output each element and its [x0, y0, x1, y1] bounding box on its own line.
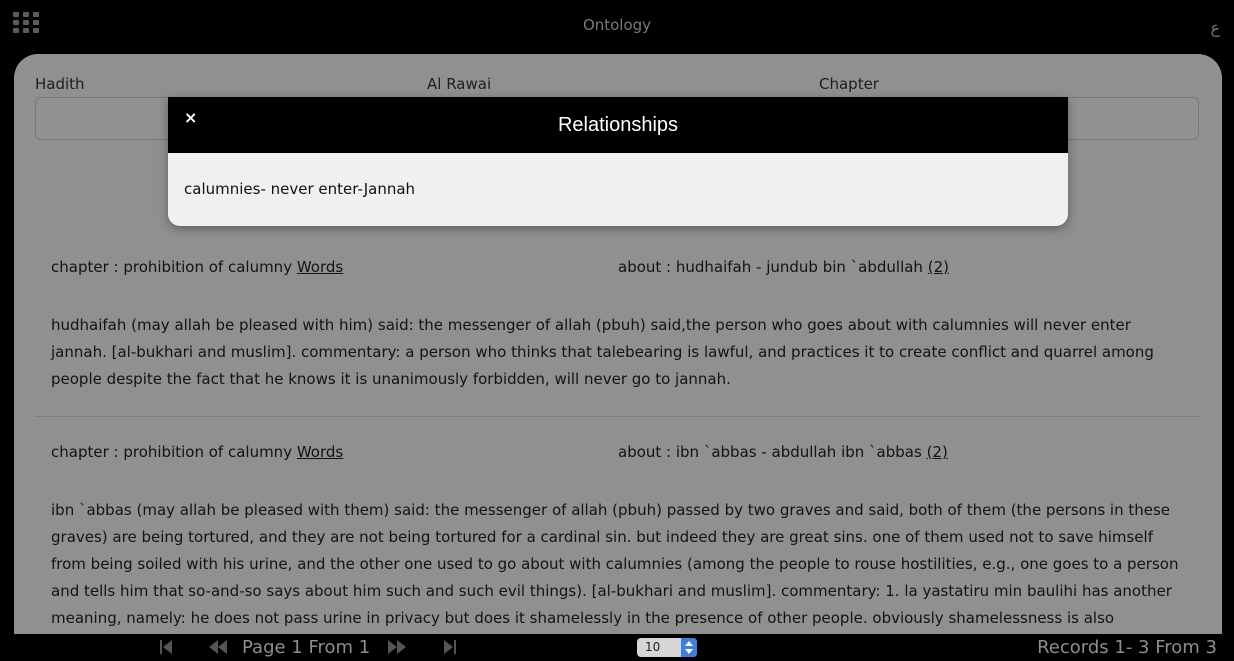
relationships-modal: × Relationships calumnies- never enter-J…	[168, 97, 1068, 226]
page-size-select[interactable]: 10	[637, 638, 697, 657]
first-page-icon[interactable]	[160, 640, 172, 654]
records-indicator: Records 1- 3 From 3	[1037, 637, 1217, 658]
modal-header: × Relationships	[168, 97, 1068, 153]
relationship-text: calumnies- never enter-Jannah	[184, 180, 416, 198]
page-indicator: Page 1 From 1	[242, 637, 371, 658]
previous-page-icon[interactable]	[208, 640, 228, 654]
select-arrows-icon	[681, 638, 697, 657]
modal-title: Relationships	[557, 114, 679, 136]
last-page-icon[interactable]	[444, 640, 456, 654]
page-size-value: 10	[645, 640, 661, 654]
next-page-icon[interactable]	[387, 640, 407, 654]
pagination-bar: Page 1 From 1 10 Records 1- 3 From 3	[0, 634, 1234, 659]
